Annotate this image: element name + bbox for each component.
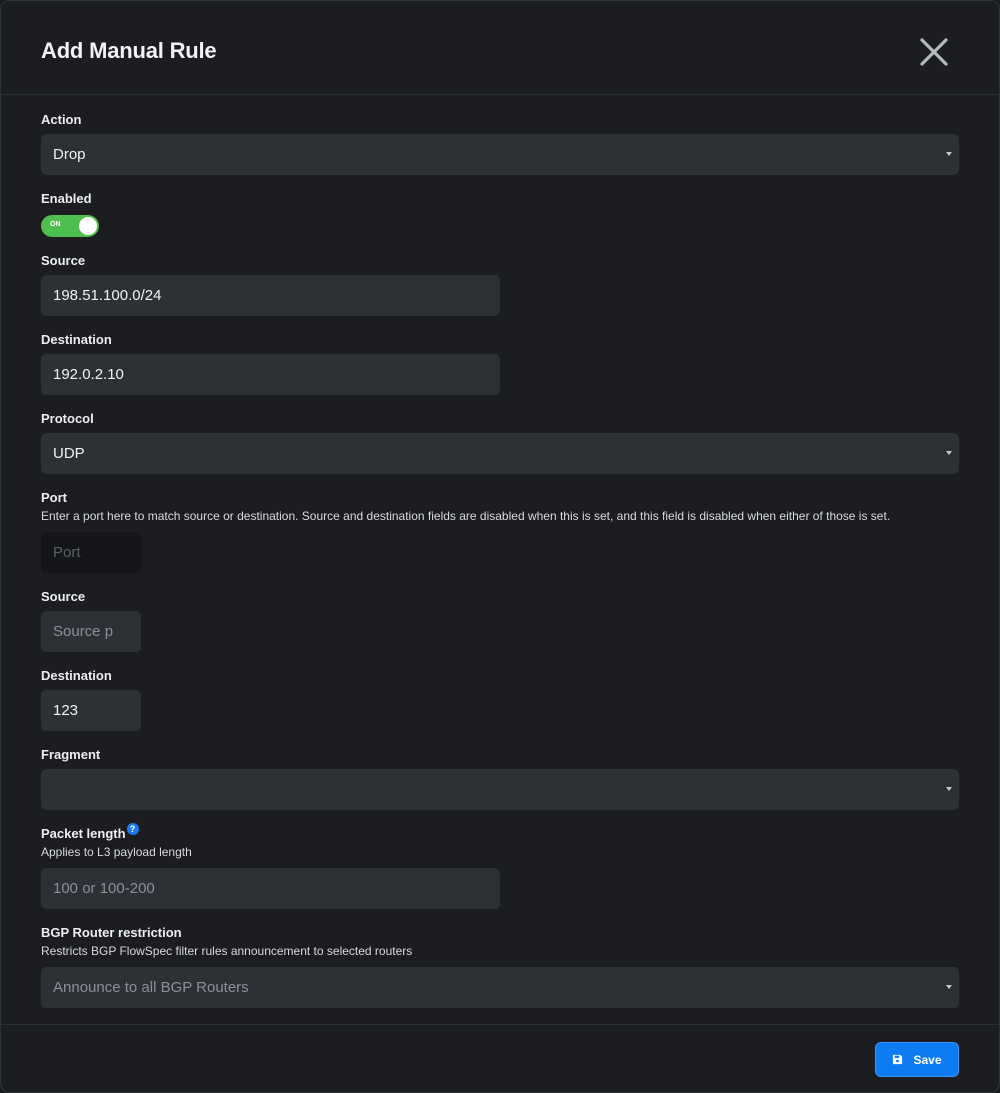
source-label: Source [41,253,86,268]
close-button[interactable] [919,37,949,67]
enabled-toggle[interactable]: ON [41,215,99,237]
chevron-down-icon [946,451,952,455]
destination-port-label: Destination [41,668,112,683]
close-icon [920,38,948,66]
action-select[interactable]: Drop [41,134,959,175]
enabled-label: Enabled [41,191,92,206]
save-button[interactable]: Save [875,1042,959,1077]
dialog-footer: Save [1,1024,999,1092]
bgp-router-restriction-help-text: Restricts BGP FlowSpec filter rules anno… [41,944,413,958]
chevron-down-icon [946,152,952,156]
action-label: Action [41,112,82,127]
fragment-label: Fragment [41,747,101,762]
packet-length-input[interactable]: 100 or 100-200 [41,868,500,909]
destination-input[interactable]: 192.0.2.10 [41,354,500,395]
bgp-router-restriction-label: BGP Router restriction [41,925,182,940]
save-button-label: Save [913,1052,942,1067]
chevron-down-icon [946,787,952,791]
source-input[interactable]: 198.51.100.0/24 [41,275,500,316]
source-input-value: 198.51.100.0/24 [53,287,162,304]
source-port-label: Source [41,589,86,604]
fragment-select[interactable] [41,769,959,810]
save-icon [893,1054,903,1065]
port-input[interactable]: Port [41,532,141,573]
dialog-header: Add Manual Rule [1,1,999,95]
dialog-title: Add Manual Rule [41,38,217,63]
toggle-state-text: ON [50,221,61,228]
add-manual-rule-dialog: Add Manual Rule Action Drop Enabled ON S… [0,0,1000,1093]
toggle-knob [79,217,97,235]
packet-length-label: Packet length? [41,823,139,841]
destination-label: Destination [41,332,112,347]
destination-port-input[interactable]: 123 [41,690,141,731]
packet-length-placeholder: 100 or 100-200 [53,880,155,897]
protocol-label: Protocol [41,411,94,426]
destination-input-value: 192.0.2.10 [53,366,124,383]
port-label: Port [41,490,67,505]
bgp-router-restriction-placeholder: Announce to all BGP Routers [53,979,249,996]
action-select-value: Drop [53,146,86,163]
packet-length-label-text: Packet length [41,826,126,841]
question-icon[interactable]: ? [126,823,139,835]
source-port-input[interactable]: Source p [41,611,141,652]
port-help-text: Enter a port here to match source or des… [41,509,891,523]
destination-port-value: 123 [53,702,79,719]
protocol-select[interactable]: UDP [41,433,959,474]
chevron-down-icon [946,985,952,989]
packet-length-help-text: Applies to L3 payload length [41,845,192,859]
source-port-placeholder: Source p [53,623,114,640]
protocol-select-value: UDP [53,445,85,462]
port-input-placeholder: Port [53,544,81,561]
bgp-router-restriction-select[interactable]: Announce to all BGP Routers [41,967,959,1008]
